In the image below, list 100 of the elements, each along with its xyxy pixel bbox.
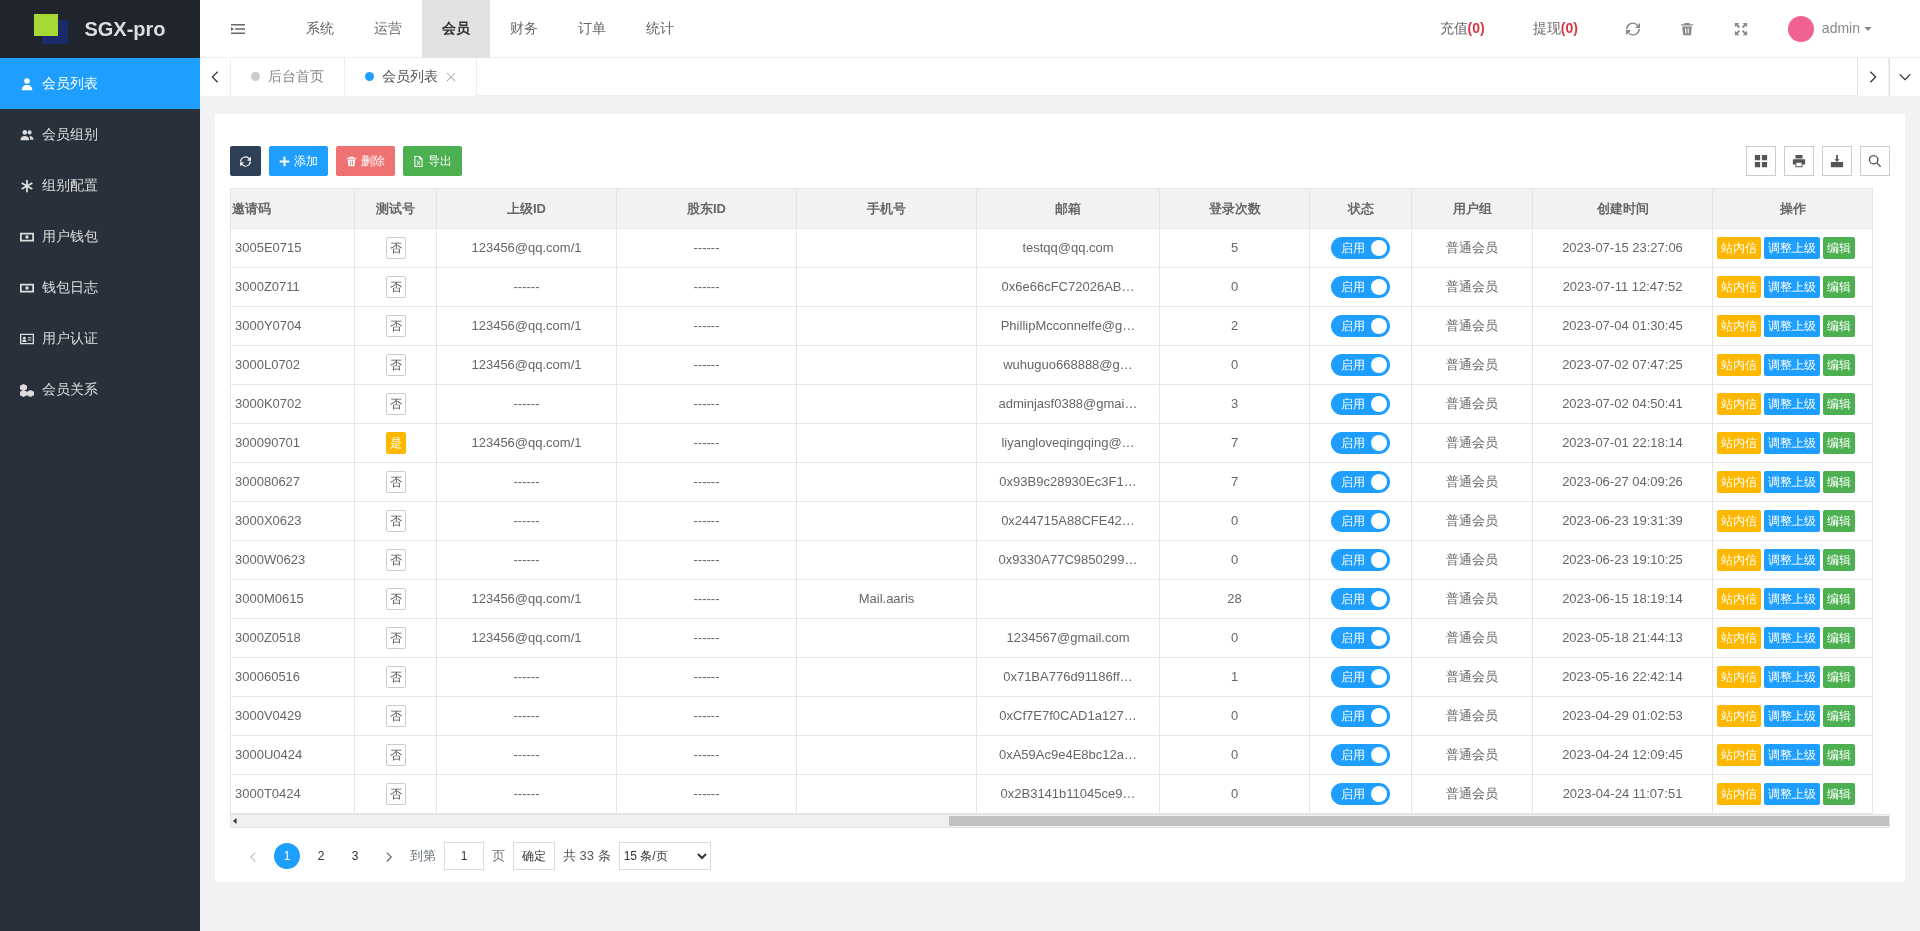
message-button[interactable]: 站内信 [1717,666,1761,688]
status-toggle[interactable]: 启用 [1331,276,1390,298]
columns-button[interactable] [1746,146,1776,176]
nav-tab[interactable]: 订单 [558,0,626,58]
message-button[interactable]: 站内信 [1717,471,1761,493]
message-button[interactable]: 站内信 [1717,588,1761,610]
edit-button[interactable]: 编辑 [1823,393,1855,415]
fullscreen-icon[interactable] [1733,21,1748,36]
users-icon [20,127,34,142]
user-menu[interactable]: admin [1821,18,1872,39]
add-button[interactable]: 添加 [269,146,328,176]
refresh-icon [240,155,251,167]
edit-button[interactable]: 编辑 [1823,471,1855,493]
counter-link[interactable]: 提现(0) [1532,18,1578,39]
nav-tab[interactable]: 统计 [626,0,694,58]
status-toggle[interactable]: 启用 [1331,510,1390,532]
status-toggle[interactable]: 启用 [1331,744,1390,766]
edit-button[interactable]: 编辑 [1823,705,1855,727]
status-toggle[interactable]: 启用 [1331,471,1390,493]
status-toggle[interactable]: 启用 [1331,237,1390,259]
message-button[interactable]: 站内信 [1717,237,1761,259]
refresh-icon[interactable] [1625,21,1640,36]
message-button[interactable]: 站内信 [1717,315,1761,337]
sidebar-item[interactable]: 会员列表 [0,58,200,109]
message-button[interactable]: 站内信 [1717,510,1761,532]
sidebar-item[interactable]: 会员关系 [0,364,200,415]
page-tab[interactable]: 会员列表 [345,57,477,96]
invite-code: 300060516 [235,669,301,685]
delete-button[interactable]: 删除 [336,146,395,176]
message-button[interactable]: 站内信 [1717,276,1761,298]
sidebar-item[interactable]: 用户钱包 [0,211,200,262]
status-toggle[interactable]: 启用 [1331,354,1390,376]
trash-icon[interactable] [1679,21,1694,36]
edit-button[interactable]: 编辑 [1823,744,1855,766]
sidebar-item[interactable]: 会员组别 [0,109,200,160]
export-button[interactable]: 导出 [403,146,462,176]
edit-button[interactable]: 编辑 [1823,783,1855,805]
message-button[interactable]: 站内信 [1717,705,1761,727]
page-button[interactable]: 3 [342,843,368,869]
message-button[interactable]: 站内信 [1717,627,1761,649]
sidebar-item[interactable]: 用户认证 [0,313,200,364]
edit-button[interactable]: 编辑 [1823,276,1855,298]
message-button[interactable]: 站内信 [1717,354,1761,376]
status-toggle[interactable]: 启用 [1331,549,1390,571]
adjust-parent-button[interactable]: 调整上级 [1764,705,1820,727]
export-button[interactable] [1822,146,1852,176]
print-button[interactable] [1784,146,1814,176]
close-icon[interactable] [446,71,456,82]
sidebar-item[interactable]: 组别配置 [0,160,200,211]
message-button[interactable]: 站内信 [1717,783,1761,805]
adjust-parent-button[interactable]: 调整上级 [1764,549,1820,571]
adjust-parent-button[interactable]: 调整上级 [1764,315,1820,337]
adjust-parent-button[interactable]: 调整上级 [1764,666,1820,688]
adjust-parent-button[interactable]: 调整上级 [1764,510,1820,532]
adjust-parent-button[interactable]: 调整上级 [1764,588,1820,610]
edit-button[interactable]: 编辑 [1823,627,1855,649]
edit-button[interactable]: 编辑 [1823,666,1855,688]
nav-tab[interactable]: 会员 [422,0,490,58]
status-toggle[interactable]: 启用 [1331,393,1390,415]
test-account-tag: 是 [385,432,406,454]
status-toggle[interactable]: 启用 [1331,432,1390,454]
page-tab[interactable]: 后台首页 [231,57,345,96]
adjust-parent-button[interactable]: 调整上级 [1764,393,1820,415]
edit-button[interactable]: 编辑 [1823,354,1855,376]
edit-button[interactable]: 编辑 [1823,588,1855,610]
edit-button[interactable]: 编辑 [1823,432,1855,454]
message-button[interactable]: 站内信 [1717,393,1761,415]
nav-tab[interactable]: 系统 [286,0,354,58]
page-number-field[interactable]: 1 [444,842,484,870]
status-toggle[interactable]: 启用 [1331,783,1390,805]
message-button[interactable]: 站内信 [1717,432,1761,454]
status-toggle[interactable]: 启用 [1331,588,1390,610]
confirm-button[interactable]: 确定 [513,842,555,870]
page-button[interactable]: 1 [274,843,300,869]
refresh-button[interactable] [230,146,261,176]
adjust-parent-button[interactable]: 调整上级 [1764,783,1820,805]
status-toggle[interactable]: 启用 [1331,627,1390,649]
page-size-select[interactable]: 15 条/页 [618,842,711,870]
edit-button[interactable]: 编辑 [1823,237,1855,259]
page-button[interactable]: 2 [308,843,334,869]
edit-button[interactable]: 编辑 [1823,315,1855,337]
adjust-parent-button[interactable]: 调整上级 [1764,627,1820,649]
adjust-parent-button[interactable]: 调整上级 [1764,471,1820,493]
adjust-parent-button[interactable]: 调整上级 [1764,744,1820,766]
nav-tab[interactable]: 财务 [490,0,558,58]
sidebar-item[interactable]: 钱包日志 [0,262,200,313]
adjust-parent-button[interactable]: 调整上级 [1764,237,1820,259]
nav-tab[interactable]: 运营 [354,0,422,58]
counter-link[interactable]: 充值(0) [1439,18,1485,39]
message-button[interactable]: 站内信 [1717,549,1761,571]
adjust-parent-button[interactable]: 调整上级 [1764,432,1820,454]
adjust-parent-button[interactable]: 调整上级 [1764,354,1820,376]
status-toggle[interactable]: 启用 [1331,666,1390,688]
edit-button[interactable]: 编辑 [1823,549,1855,571]
search-button[interactable] [1860,146,1890,176]
edit-button[interactable]: 编辑 [1823,510,1855,532]
message-button[interactable]: 站内信 [1717,744,1761,766]
status-toggle[interactable]: 启用 [1331,315,1390,337]
adjust-parent-button[interactable]: 调整上级 [1764,276,1820,298]
status-toggle[interactable]: 启用 [1331,705,1390,727]
